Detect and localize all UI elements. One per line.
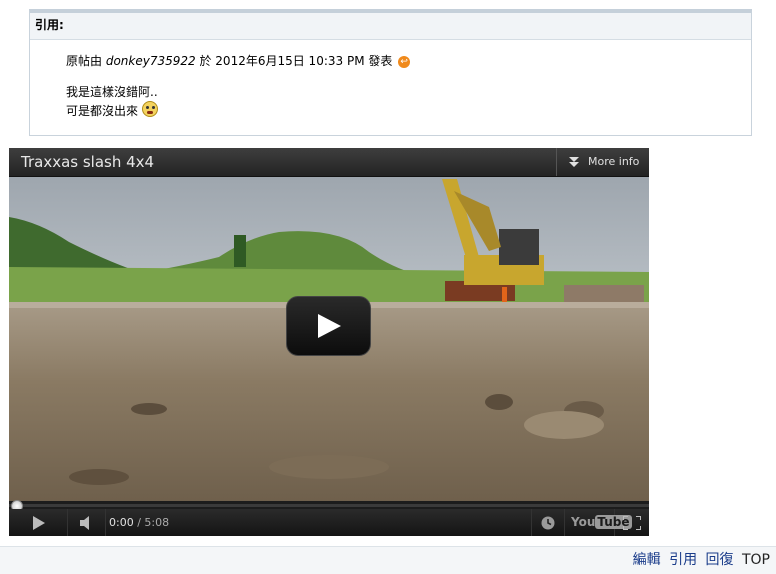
quote-line: 我是這樣沒錯阿..: [66, 85, 158, 99]
post-footer: 編輯 引用 回復 TOP: [0, 546, 776, 574]
more-info-label: More info: [588, 155, 640, 168]
post-actions: 編輯 引用 回復 TOP: [629, 547, 770, 574]
play-overlay-button[interactable]: [286, 296, 371, 356]
video-player[interactable]: Traxxas slash 4x4 More info 0:00 / 5:08 …: [9, 148, 649, 536]
quote-box: 引用: 原帖由 donkey735922 於 2012年6月15日 10:33 …: [29, 9, 752, 136]
play-icon: [318, 314, 341, 338]
player-controls: 0:00 / 5:08 You Tube: [9, 509, 649, 536]
fullscreen-icon: [623, 516, 641, 530]
youtube-logo-button[interactable]: You Tube: [564, 509, 632, 536]
back-to-post-icon[interactable]: ↩: [398, 55, 411, 68]
more-info-button[interactable]: More info: [556, 148, 649, 176]
time-total: 5:08: [144, 516, 170, 529]
play-icon: [33, 516, 45, 530]
time-current: 0:00: [109, 516, 134, 529]
quote-line-text: 可是都沒出來: [66, 104, 139, 118]
reply-link[interactable]: 回復: [706, 552, 734, 568]
quote-link[interactable]: 引用: [669, 552, 697, 568]
quote-meta-prefix: 原帖由: [66, 54, 103, 68]
quote-header: 引用:: [30, 13, 751, 40]
top-link[interactable]: TOP: [742, 552, 770, 568]
speaker-icon: [80, 516, 89, 530]
video-title[interactable]: Traxxas slash 4x4: [21, 148, 154, 176]
progress-track: [9, 504, 649, 507]
quote-line: 可是都沒出來: [66, 101, 751, 120]
smiley-icon: [141, 101, 158, 117]
clock-icon: [541, 516, 555, 530]
time-display: 0:00 / 5:08: [109, 509, 169, 536]
chevron-down-icon: [569, 157, 579, 167]
edit-link[interactable]: 編輯: [633, 552, 661, 568]
progress-bar[interactable]: [9, 500, 649, 512]
time-separator: /: [133, 516, 145, 529]
play-button[interactable]: [9, 509, 68, 536]
quote-meta-suffix: 於 2012年6月15日 10:33 PM 發表: [199, 54, 393, 68]
quote-body: 原帖由 donkey735922 於 2012年6月15日 10:33 PM 發…: [30, 40, 751, 120]
volume-button[interactable]: [67, 509, 106, 536]
fullscreen-button[interactable]: [615, 509, 649, 536]
quote-meta: 原帖由 donkey735922 於 2012年6月15日 10:33 PM 發…: [66, 52, 751, 70]
quote-author[interactable]: donkey735922: [106, 54, 196, 68]
player-title-bar: Traxxas slash 4x4 More info: [9, 148, 649, 177]
watch-later-button[interactable]: [531, 509, 565, 536]
